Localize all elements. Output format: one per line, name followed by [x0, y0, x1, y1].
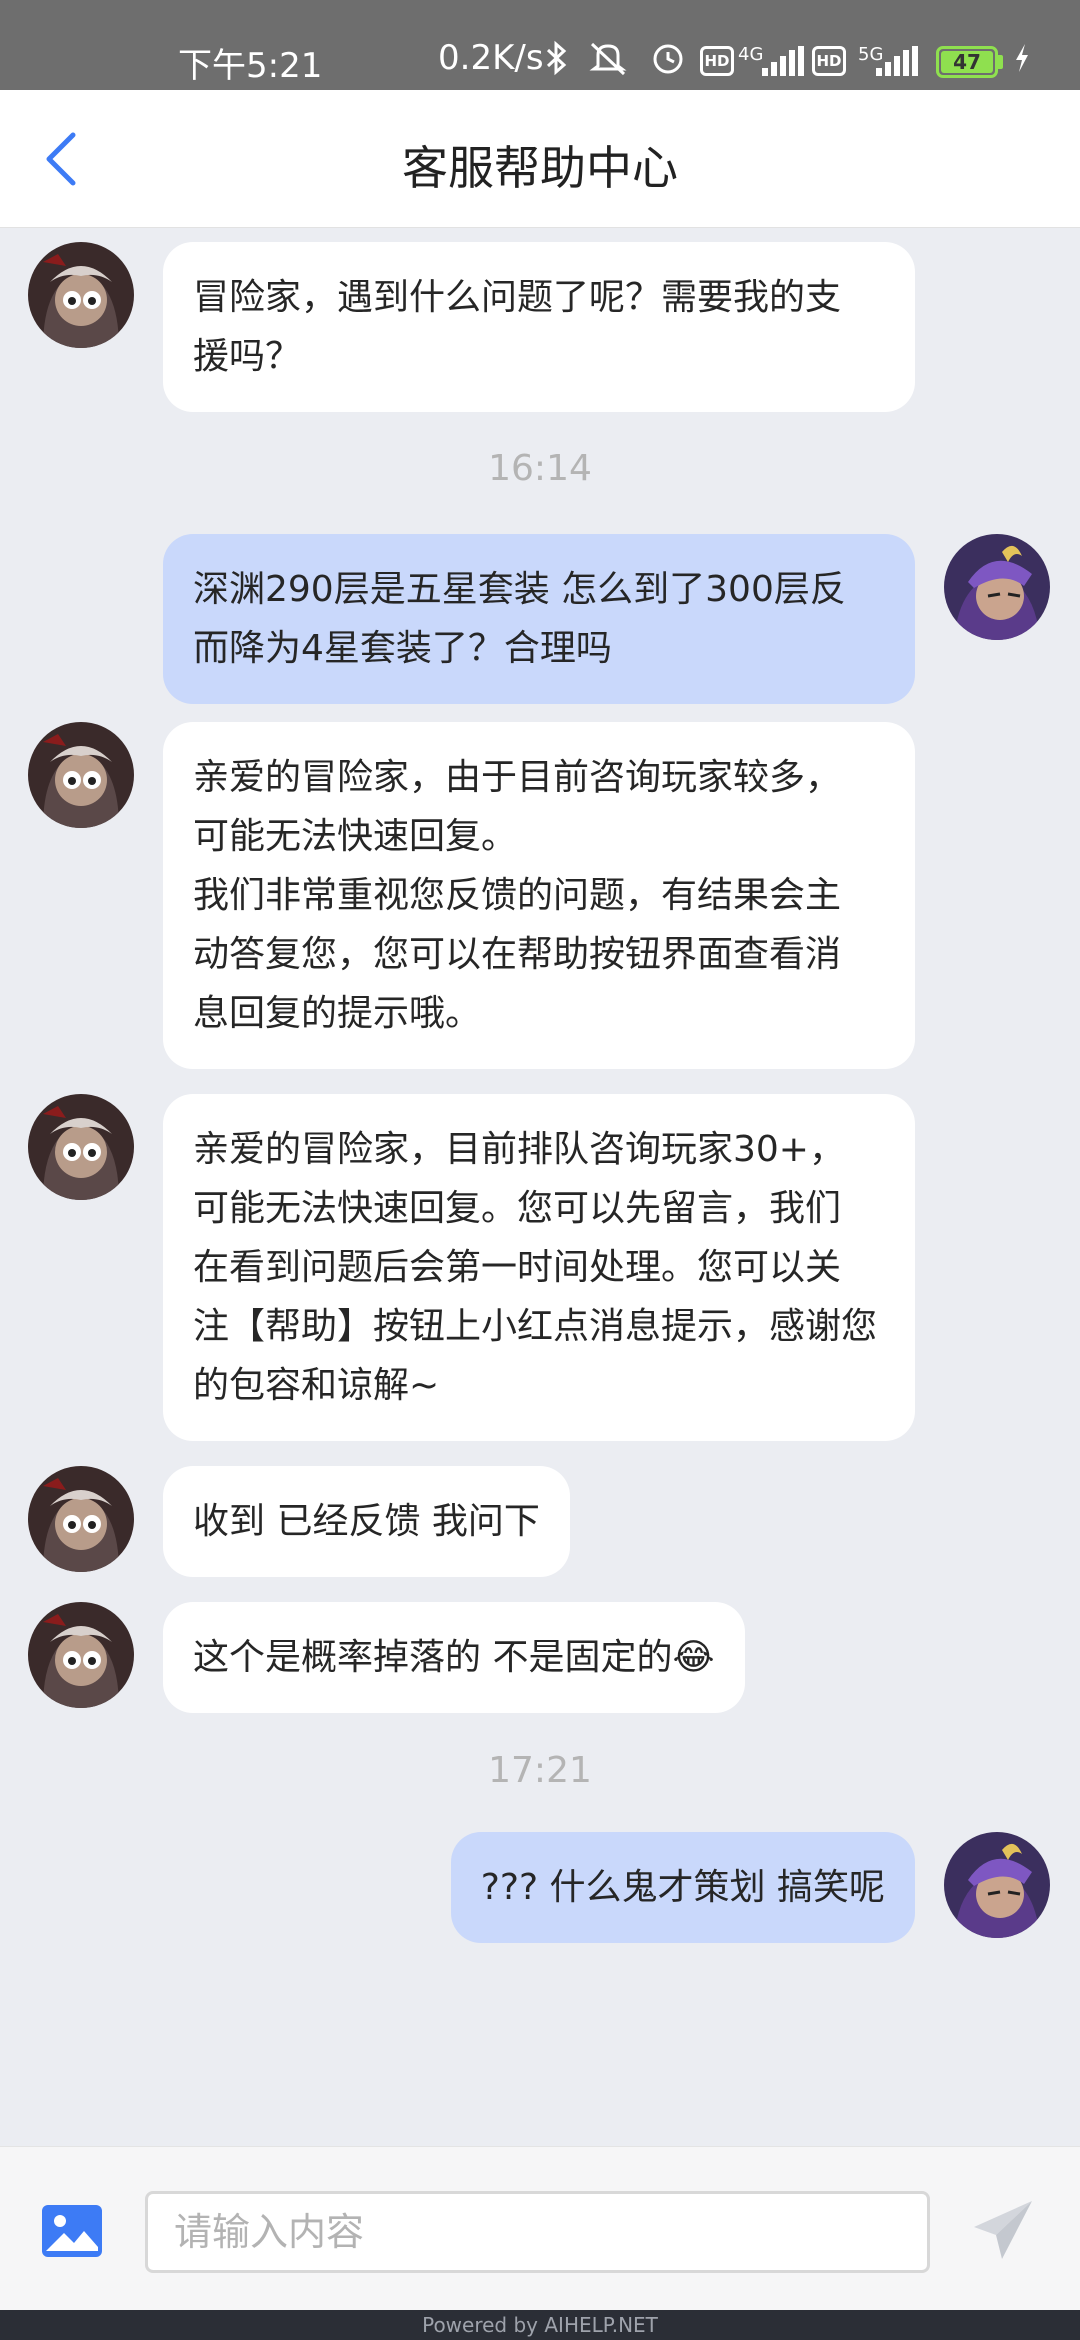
agent-message-bubble: 这个是概率掉落的 不是固定的😂 — [163, 1602, 745, 1713]
message-input[interactable] — [145, 2191, 930, 2273]
alarm-icon — [648, 40, 688, 76]
send-icon — [974, 2201, 1032, 2259]
send-button[interactable] — [970, 2197, 1036, 2263]
user-message-bubble: 深渊290层是五星套装 怎么到了300层反 而降为4星套装了？合理吗 — [163, 534, 915, 704]
network-type-1: 4G — [738, 43, 764, 65]
battery-level: 47 — [941, 51, 993, 73]
agent-avatar — [28, 242, 134, 348]
battery-cap — [998, 55, 1003, 69]
mute-icon — [588, 40, 628, 76]
user-message-bubble: ??? 什么鬼才策划 搞笑呢 — [450, 1832, 915, 1943]
image-upload-button[interactable] — [40, 2203, 104, 2259]
charging-icon — [1012, 40, 1032, 76]
message-timestamp: 16:14 — [488, 448, 592, 489]
signal-icon-2 — [876, 46, 918, 76]
agent-avatar — [28, 722, 134, 828]
agent-avatar — [28, 1602, 134, 1708]
user-avatar — [944, 534, 1050, 640]
image-icon — [42, 2205, 102, 2257]
signal-icon — [762, 46, 804, 76]
agent-message-bubble: 收到 已经反馈 我问下 — [163, 1466, 570, 1577]
agent-avatar — [28, 1094, 134, 1200]
powered-by-footer: Powered by AIHELP.NET — [0, 2310, 1080, 2340]
header: 客服帮助中心 — [0, 90, 1080, 228]
input-bar — [0, 2146, 1080, 2310]
chat-message-list[interactable]: 冒险家，遇到什么问题了呢？需要我的支 援吗？ 16:14 深渊290层是五星套装… — [0, 228, 1080, 2146]
network-speed: 0.2K/s — [438, 38, 544, 78]
battery-icon: 47 — [936, 46, 998, 78]
status-time: 下午5:21 — [178, 46, 323, 86]
agent-message-bubble: 亲爱的冒险家，目前排队咨询玩家30+， 可能无法快速回复。您可以先留言，我们 在… — [163, 1094, 915, 1441]
user-avatar — [944, 1832, 1050, 1938]
agent-message-bubble: 冒险家，遇到什么问题了呢？需要我的支 援吗？ — [163, 242, 915, 412]
agent-avatar — [28, 1466, 134, 1572]
status-bar: 下午5:21 0.2K/s HD 4G HD 5G 47 — [0, 0, 1080, 90]
message-timestamp: 17:21 — [488, 1750, 592, 1791]
hd-badge: HD — [700, 46, 734, 76]
hd-badge-2: HD — [812, 46, 846, 76]
bluetooth-icon — [545, 40, 569, 76]
agent-message-bubble: 亲爱的冒险家，由于目前咨询玩家较多， 可能无法快速回复。 我们非常重视您反馈的问… — [163, 722, 915, 1069]
page-title: 客服帮助中心 — [402, 141, 678, 195]
